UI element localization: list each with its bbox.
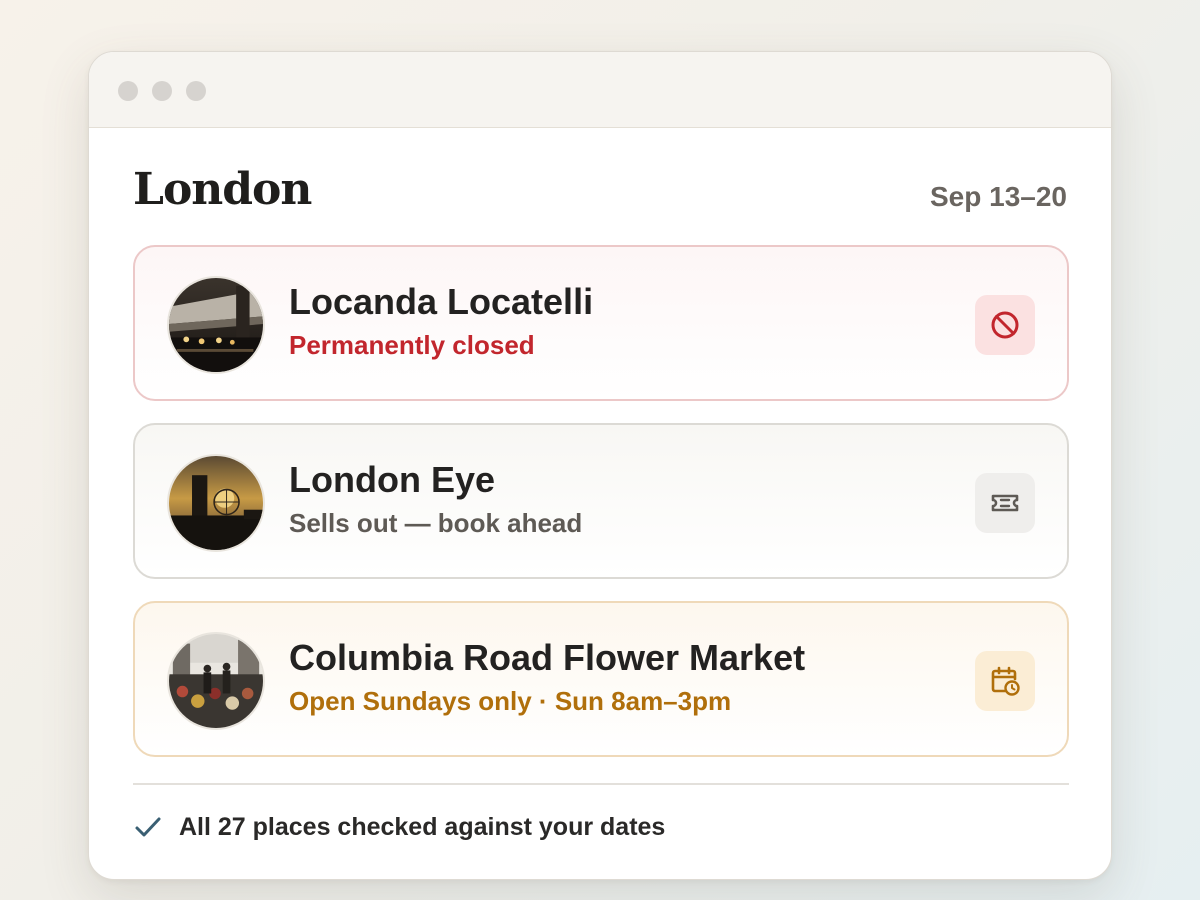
place-name: Locanda Locatelli <box>289 281 594 322</box>
footer-summary: All 27 places checked against your dates <box>133 810 665 844</box>
title-bar <box>89 52 1111 128</box>
place-photo <box>167 276 265 374</box>
place-status: Permanently closed <box>289 330 535 360</box>
place-status: Sells out — book ahead <box>289 508 583 538</box>
flower-market-photo <box>169 634 263 728</box>
footer-divider <box>133 783 1069 785</box>
place-name: Columbia Road Flower Market <box>289 637 806 678</box>
window-zoom-dot[interactable] <box>186 81 206 101</box>
place-photo <box>167 632 265 730</box>
place-photo <box>167 454 265 552</box>
ticket-icon <box>991 494 1019 512</box>
page-title: London <box>133 164 312 215</box>
book-tickets-button[interactable] <box>975 473 1035 533</box>
calendar-clock-icon <box>991 666 1020 696</box>
check-icon <box>135 817 161 837</box>
place-status: Open Sundays only · Sun 8am–3pm <box>289 686 732 716</box>
footer-text: All 27 places checked against your dates <box>179 812 666 841</box>
trip-dates[interactable]: Sep 13–20 <box>930 180 1067 214</box>
restaurant-photo <box>169 278 263 372</box>
app-window: London Sep 13–20 Locanda Locatelli Perma… <box>88 51 1112 880</box>
place-card-london-eye[interactable]: London Eye Sells out — book ahead <box>133 423 1069 579</box>
place-name: London Eye <box>289 459 495 500</box>
window-close-dot[interactable] <box>118 81 138 101</box>
no-entry-icon <box>991 311 1019 339</box>
london-eye-photo <box>169 456 263 550</box>
closed-status-button[interactable] <box>975 295 1035 355</box>
window-minimize-dot[interactable] <box>152 81 172 101</box>
place-card-locanda-locatelli[interactable]: Locanda Locatelli Permanently closed <box>133 245 1069 401</box>
place-card-columbia-road-flower-market[interactable]: Columbia Road Flower Market Open Sundays… <box>133 601 1069 757</box>
opening-hours-button[interactable] <box>975 651 1035 711</box>
